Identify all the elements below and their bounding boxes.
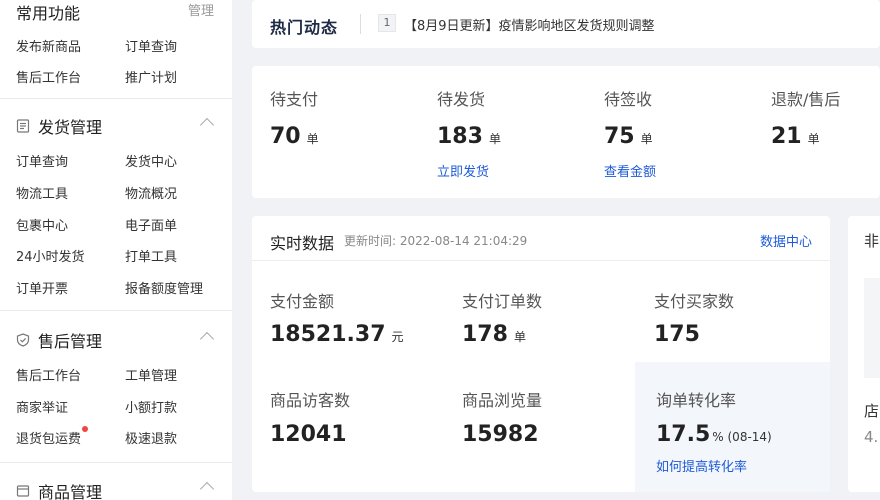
pending-shipment-label: 待发货	[437, 90, 486, 109]
shipping-section-label: 发货管理	[38, 118, 103, 137]
realtime-title: 实时数据	[270, 234, 335, 253]
nav-ticket-management[interactable]: 工单管理	[125, 365, 177, 384]
chevron-up-icon[interactable]	[199, 117, 215, 133]
product-section-title[interactable]: 商品管理	[16, 479, 102, 500]
paying-buyers-label: 支付买家数	[654, 292, 735, 311]
shipping-section-title[interactable]: 发货管理	[16, 114, 102, 138]
nav-order-invoice[interactable]: 订单开票	[16, 278, 68, 297]
right-card-value: 4.	[864, 428, 879, 446]
product-visitors-value: 12041	[270, 422, 347, 447]
chevron-up-icon[interactable]	[199, 481, 215, 497]
payment-amount-value: 18521.37 元	[270, 322, 404, 347]
nav-aftersale-workbench-2[interactable]: 售后工作台	[16, 365, 81, 384]
divider	[0, 462, 232, 463]
right-partial-card: 非 店 4.	[848, 216, 880, 492]
refund-aftersale-label: 退款/售后	[771, 90, 841, 109]
refund-aftersale-value[interactable]: 21 单	[771, 124, 820, 149]
product-visitors-label: 商品访客数	[270, 391, 351, 410]
nav-shipping-center[interactable]: 发货中心	[125, 151, 177, 170]
update-timestamp: 更新时间: 2022-08-14 21:04:29	[344, 234, 528, 248]
ship-now-link[interactable]: 立即发货	[437, 161, 489, 180]
paying-buyers-value: 175	[654, 322, 700, 347]
common-functions-label: 常用功能	[16, 4, 81, 23]
pending-payment-label: 待支付	[270, 90, 319, 109]
hot-news-card: 热门动态 1 【8月9日更新】疫情影响地区发货规则调整	[252, 0, 880, 48]
realtime-data-card: 实时数据 更新时间: 2022-08-14 21:04:29 数据中心 支付金额…	[252, 216, 830, 492]
hot-news-title: 热门动态	[270, 18, 339, 37]
right-card-title: 非	[864, 232, 880, 250]
nav-order-query-2[interactable]: 订单查询	[16, 151, 68, 170]
nav-24h-shipping[interactable]: 24小时发货	[16, 246, 85, 265]
divider	[360, 14, 361, 34]
nav-logistics-overview[interactable]: 物流概况	[125, 183, 177, 202]
document-icon	[16, 119, 30, 133]
shield-check-icon	[16, 333, 30, 347]
pending-receipt-label: 待签收	[604, 90, 653, 109]
nav-electronic-waybill[interactable]: 电子面单	[125, 215, 177, 234]
news-index-badge: 1	[378, 14, 396, 32]
nav-print-tool[interactable]: 打单工具	[125, 246, 177, 265]
product-box-icon	[16, 485, 30, 497]
right-card-label: 店	[864, 402, 880, 420]
improve-conversion-link[interactable]: 如何提高转化率	[656, 456, 747, 475]
inquiry-conversion-value: 17.5% (08-14)	[656, 422, 772, 447]
pending-payment-value[interactable]: 70 单	[270, 124, 319, 149]
notification-dot	[82, 426, 88, 432]
aftersale-section-label: 售后管理	[38, 332, 103, 351]
nav-publish-product[interactable]: 发布新商品	[16, 36, 81, 55]
product-views-value: 15982	[462, 422, 539, 447]
payment-amount-label: 支付金额	[270, 292, 335, 311]
nav-aftersale-workbench[interactable]: 售后工作台	[16, 67, 81, 86]
divider	[0, 98, 232, 99]
chevron-up-icon[interactable]	[199, 331, 215, 347]
aftersale-section-title[interactable]: 售后管理	[16, 328, 102, 352]
right-card-panel	[864, 278, 880, 378]
nav-merchant-evidence[interactable]: 商家举证	[16, 397, 68, 416]
manage-link[interactable]: 管理	[188, 0, 214, 19]
nav-small-payment[interactable]: 小额打款	[125, 397, 177, 416]
product-views-label: 商品浏览量	[462, 391, 543, 410]
divider	[0, 310, 232, 311]
paid-orders-label: 支付订单数	[462, 292, 543, 311]
inquiry-conversion-label: 询单转化率	[656, 391, 737, 410]
nav-order-query[interactable]: 订单查询	[125, 36, 177, 55]
nav-fast-refund[interactable]: 极速退款	[125, 428, 177, 447]
sidebar: 常用功能 管理 发布新商品 订单查询 售后工作台 推广计划 发货管理 订单查询 …	[0, 0, 232, 500]
view-amount-link[interactable]: 查看金额	[604, 161, 656, 180]
data-center-link[interactable]: 数据中心	[760, 231, 812, 250]
paid-orders-value: 178 单	[462, 322, 526, 347]
pending-shipment-value[interactable]: 183 单	[437, 124, 501, 149]
order-status-card: 待支付 70 单 待发货 183 单 立即发货 待签收 75 单 查看金额 退款/售后…	[252, 66, 880, 198]
nav-promotion-plan[interactable]: 推广计划	[125, 67, 177, 86]
nav-logistics-tools[interactable]: 物流工具	[16, 183, 68, 202]
nav-package-center[interactable]: 包裹中心	[16, 215, 68, 234]
product-section-label: 商品管理	[38, 483, 103, 500]
nav-quota-management[interactable]: 报备额度管理	[125, 278, 203, 297]
common-functions-title: 常用功能	[16, 0, 80, 24]
nav-return-shipping-fee[interactable]: 退货包运费	[16, 428, 81, 447]
news-headline-link[interactable]: 【8月9日更新】疫情影响地区发货规则调整	[404, 15, 655, 34]
pending-receipt-value[interactable]: 75 单	[604, 124, 653, 149]
divider	[252, 260, 830, 261]
